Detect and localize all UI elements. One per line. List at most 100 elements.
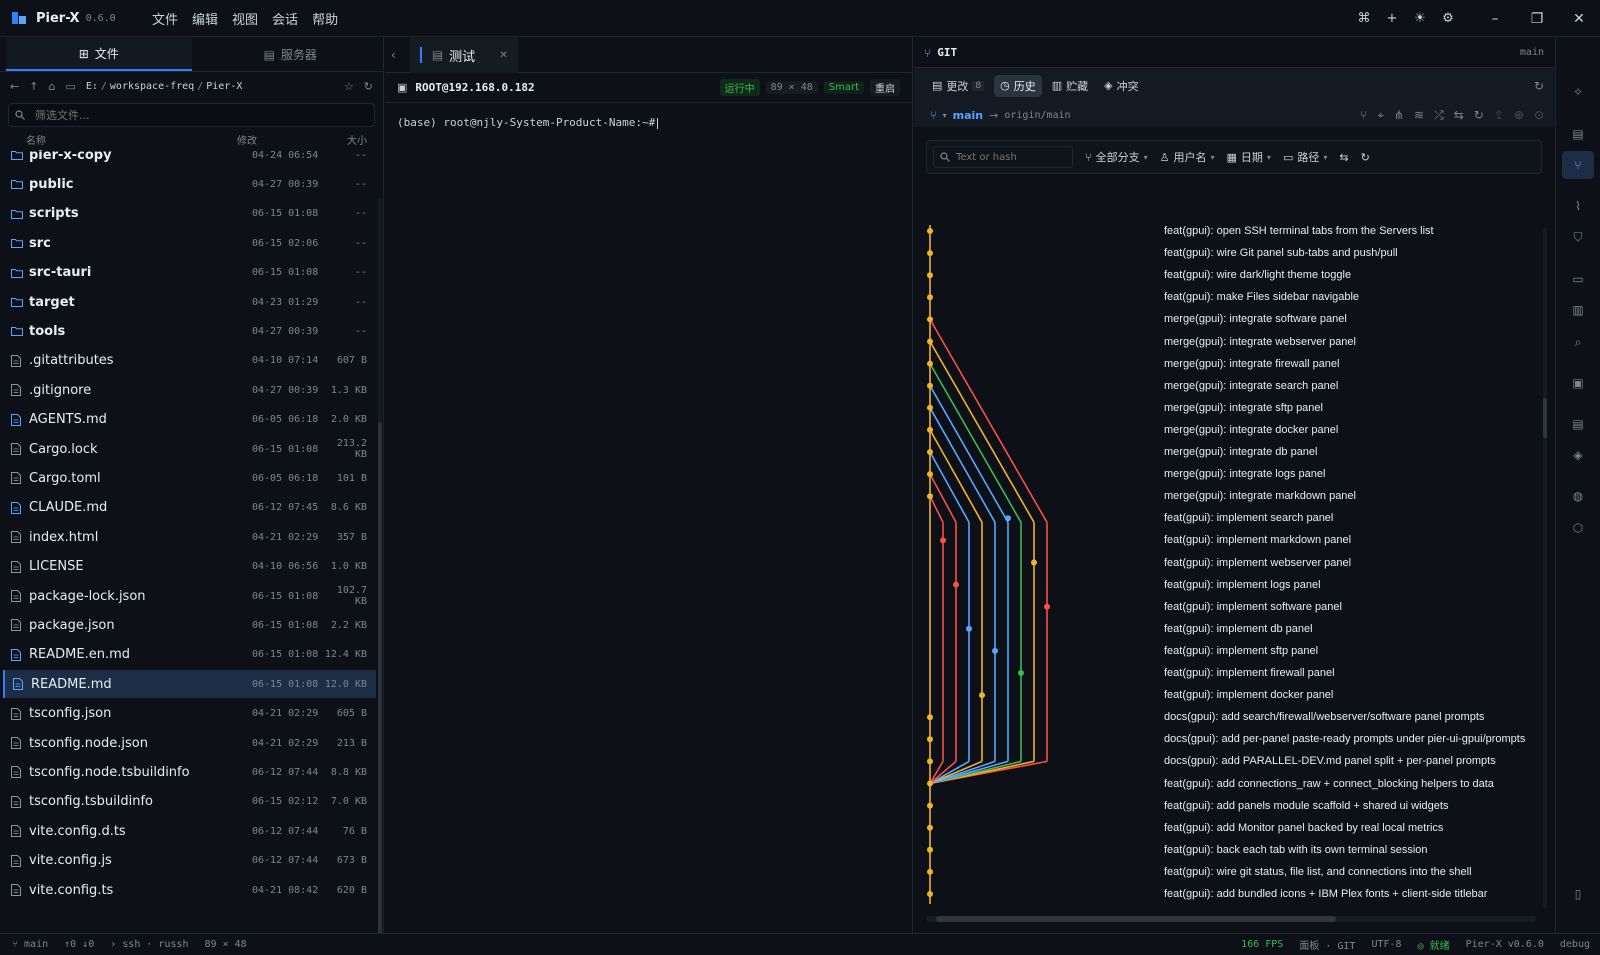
commit-row[interactable]: feat(gpui): wire dark/light theme toggle [1164,264,1351,286]
terminal-output[interactable]: (base) root@njly-System-Product-Name:~# [385,103,912,142]
folder-row[interactable]: scripts 06-15 01:08 -- [3,200,376,228]
monitor-icon[interactable]: ▭ [65,80,75,93]
file-row[interactable]: vite.config.js 06-12 07:44 673 B [3,847,376,875]
search-icon[interactable]: ⌕ [1562,328,1594,356]
file-row[interactable]: tsconfig.node.tsbuildinfo 06-12 07:44 8.8 … [3,758,376,786]
path-filter[interactable]: ▭ 路径 ▾ [1283,149,1327,165]
merge-icon[interactable]: ⤮ [1434,108,1444,123]
commit-row[interactable]: docs(gpui): add per-panel paste-ready pr… [1164,728,1525,750]
scrollbar-thumb[interactable] [1543,398,1547,438]
commit-node[interactable] [927,736,933,743]
current-branch[interactable]: main [953,109,984,122]
refresh-icon[interactable]: ↻ [1534,79,1544,93]
commit-row[interactable]: feat(gpui): make Files sidebar navigable [1164,286,1359,308]
breadcrumb-folder[interactable]: workspace-freq [110,81,194,92]
push-icon[interactable]: ⇪ [1494,108,1504,123]
commit-search-input[interactable] [956,151,1066,163]
commit-node[interactable] [927,714,933,721]
sun-icon[interactable]: ☀ [1406,0,1434,37]
commit-node[interactable] [953,581,959,588]
commit-node[interactable] [1044,603,1050,610]
terminal-tab[interactable]: ▤ 测试 ✕ [409,37,518,73]
file-row[interactable]: vite.config.d.ts 06-12 07:44 76 B [3,817,376,845]
file-row[interactable]: README.md 06-15 01:08 12.0 KB [3,670,376,699]
file-row[interactable]: tsconfig.node.json 04-21 02:29 213 B [3,729,376,757]
commit-node[interactable] [1031,559,1037,566]
file-row[interactable]: .gitignore 04-27 00:39 1.3 KB [3,376,376,404]
column-name[interactable]: 名称 [26,132,237,147]
tab-conflicts[interactable]: ◈ 冲突 [1098,75,1144,97]
tab-files[interactable]: ⊞ 文件 [6,38,192,71]
commit-row[interactable]: feat(gpui): implement software panel [1164,596,1342,618]
command-icon[interactable]: ⌘ [1350,0,1378,37]
commit-row[interactable]: merge(gpui): integrate software panel [1164,308,1347,330]
commit-row[interactable]: feat(gpui): add bundled icons + IBM Plex… [1164,883,1487,905]
commit-node[interactable] [927,802,933,809]
scrollbar-thumb[interactable] [378,422,382,944]
commit-node[interactable] [927,868,933,875]
document-icon[interactable]: ▤ [1562,120,1594,148]
breadcrumb-folder[interactable]: Pier-X [206,81,242,92]
history-hscrollbar[interactable] [926,916,1536,922]
branch-filter[interactable]: ⑂ 全部分支 ▾ [1085,149,1148,165]
tag-icon[interactable]: ⌖ [1377,108,1384,123]
compare-icon[interactable]: ⇆ [1339,151,1348,164]
pull-icon[interactable]: ⊕ [1514,108,1524,123]
file-row[interactable]: tsconfig.json 04-21 02:29 605 B [3,700,376,728]
menu-edit[interactable]: 编辑 [185,9,225,28]
compare-icon[interactable]: ⇆ [1454,108,1464,123]
close-icon[interactable]: ✕ [1558,0,1600,37]
commit-row[interactable]: feat(gpui): add connections_raw + connec… [1164,773,1494,795]
chart-icon[interactable]: ⌇ [1562,192,1594,220]
commit-node[interactable] [927,272,933,279]
file-row[interactable]: package-lock.json 06-15 01:08 102.7 KB [3,582,376,610]
author-filter[interactable]: ♙ 用户名 ▾ [1160,149,1215,165]
commit-node[interactable] [927,360,933,367]
file-row[interactable]: .gitattributes 04-10 07:14 607 B [3,347,376,375]
log-icon[interactable]: ▥ [1562,296,1594,324]
plus-icon[interactable]: + [1378,0,1406,37]
commit-node[interactable] [927,891,933,897]
file-row[interactable]: tsconfig.tsbuildinfo 06-15 02:12 7.0 KB [3,788,376,816]
folder-icon[interactable]: ▭ [1562,265,1594,293]
file-row[interactable]: README.en.md 06-15 01:08 12.4 KB [3,641,376,669]
smart-mode-badge[interactable]: Smart [823,81,864,94]
folder-row[interactable]: pier-x-copy 04-24 06:54 -- [3,150,376,169]
tab-history[interactable]: ◷ 历史 [994,74,1042,97]
stack-icon[interactable]: ≋ [1414,108,1424,123]
tab-stash[interactable]: ▥ 贮藏 [1046,75,1094,97]
commit-row[interactable]: docs(gpui): add search/firewall/webserve… [1164,706,1484,728]
commit-node[interactable] [966,625,972,632]
commit-node[interactable] [927,316,933,323]
file-row[interactable]: vite.config.ts 04-21 08:42 620 B [3,876,376,904]
folder-row[interactable]: src-tauri 06-15 01:08 -- [3,259,376,287]
file-filter-input[interactable] [35,108,335,122]
scrollbar-thumb[interactable] [936,916,1336,922]
status-sync[interactable]: ↑0 ↓0 [64,939,94,950]
commit-row[interactable]: feat(gpui): implement sftp panel [1164,640,1318,662]
commit-node[interactable] [927,382,933,389]
commit-row[interactable]: feat(gpui): open SSH terminal tabs from … [1164,225,1434,242]
commit-node[interactable] [927,294,933,301]
commit-node[interactable] [927,846,933,853]
commit-row[interactable]: merge(gpui): integrate logs panel [1164,463,1325,485]
commit-row[interactable]: merge(gpui): integrate webserver panel [1164,331,1356,353]
commit-node[interactable] [927,228,933,234]
file-row[interactable]: package.json 06-15 01:08 2.2 KB [3,611,376,639]
commit-row[interactable]: feat(gpui): implement markdown panel [1164,529,1351,551]
fetch-icon[interactable]: ⊙ [1534,108,1544,123]
star-icon[interactable]: ☆ [344,80,354,93]
folder-row[interactable]: tools 04-27 00:39 -- [3,317,376,345]
commit-row[interactable]: feat(gpui): implement firewall panel [1164,662,1335,684]
minimize-icon[interactable]: – [1474,0,1516,37]
file-row[interactable]: AGENTS.md 06-05 06:18 2.0 KB [3,406,376,434]
commit-node[interactable] [927,493,933,500]
commit-row[interactable]: feat(gpui): implement logs panel [1164,574,1321,596]
commit-node[interactable] [927,471,933,478]
commit-node[interactable] [927,426,933,433]
commit-row[interactable]: feat(gpui): implement docker panel [1164,684,1333,706]
tab-changes[interactable]: ▤ 更改 8 [926,75,990,97]
commit-row[interactable]: merge(gpui): integrate docker panel [1164,419,1338,441]
panel-toggle-icon[interactable]: ▯ [1562,880,1594,908]
file-row[interactable]: Cargo.toml 06-05 06:18 101 B [3,464,376,492]
